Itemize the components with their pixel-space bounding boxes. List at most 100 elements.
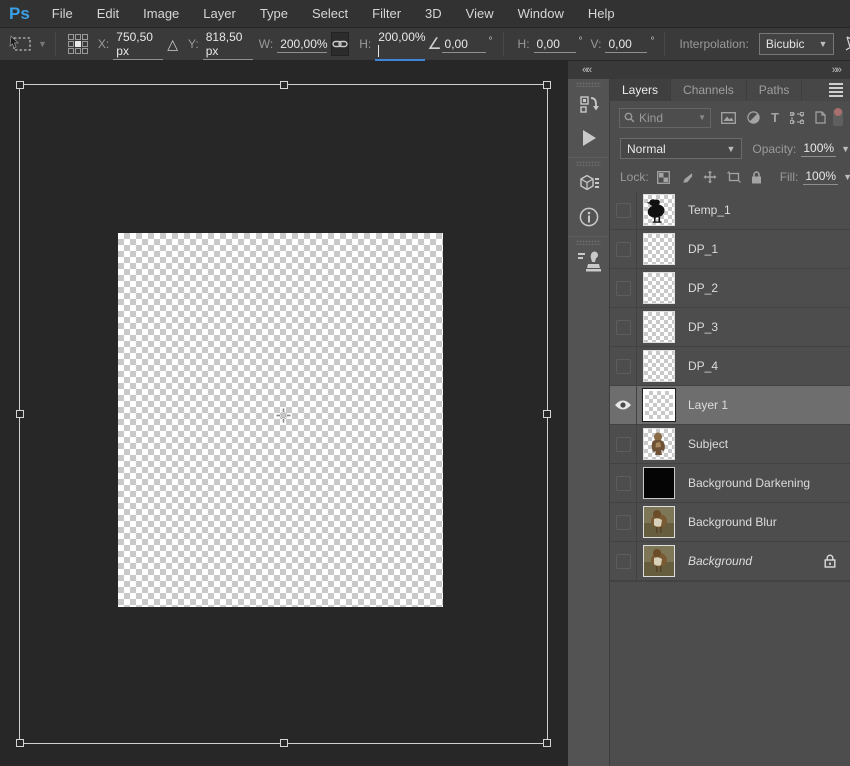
layer-name[interactable]: Temp_1 bbox=[688, 203, 731, 217]
layer-name[interactable]: DP_1 bbox=[688, 242, 718, 256]
ref-pt[interactable] bbox=[75, 34, 81, 40]
strip-grip[interactable] bbox=[576, 161, 601, 166]
visibility-toggle[interactable] bbox=[610, 347, 637, 386]
menu-help[interactable]: Help bbox=[576, 0, 627, 28]
lock-artboard-button[interactable] bbox=[727, 171, 741, 183]
y-position-input[interactable]: 818,50 px bbox=[203, 28, 253, 60]
tool-preset-chevron-icon[interactable]: ▼ bbox=[38, 39, 47, 49]
visibility-toggle[interactable] bbox=[610, 542, 637, 581]
ref-pt[interactable] bbox=[68, 34, 74, 40]
filter-type-layers-button[interactable]: T bbox=[771, 110, 779, 125]
ref-pt[interactable] bbox=[68, 41, 74, 47]
menu-filter[interactable]: Filter bbox=[360, 0, 413, 28]
menu-3d[interactable]: 3D bbox=[413, 0, 454, 28]
opacity-chevron-icon[interactable]: ▼ bbox=[841, 144, 850, 154]
lock-all-button[interactable] bbox=[751, 171, 762, 184]
menu-file[interactable]: File bbox=[40, 0, 85, 28]
menu-image[interactable]: Image bbox=[131, 0, 191, 28]
layer-name[interactable]: Background Darkening bbox=[688, 476, 810, 490]
opacity-value[interactable]: 100% bbox=[801, 141, 836, 157]
layer-name[interactable]: Background bbox=[688, 554, 752, 568]
tab-paths[interactable]: Paths bbox=[747, 79, 803, 101]
layer-row-background[interactable]: Background bbox=[610, 542, 850, 581]
relative-positioning-icon[interactable]: △ bbox=[167, 36, 178, 53]
actions-panel-button[interactable] bbox=[568, 123, 610, 153]
reference-point-locator[interactable] bbox=[68, 34, 88, 54]
menu-edit[interactable]: Edit bbox=[85, 0, 131, 28]
panel-menu-button[interactable] bbox=[822, 79, 850, 101]
layer-thumbnail[interactable] bbox=[643, 311, 675, 343]
transform-handle-top-right[interactable] bbox=[543, 81, 551, 89]
layer-thumbnail[interactable] bbox=[643, 194, 675, 226]
layer-row-layer-1[interactable]: Layer 1 bbox=[610, 386, 850, 425]
ref-pt[interactable] bbox=[82, 34, 88, 40]
layer-row-background-blur[interactable]: Background Blur bbox=[610, 503, 850, 542]
menu-layer[interactable]: Layer bbox=[191, 0, 248, 28]
filter-kind-dropdown[interactable]: Kind ▼ bbox=[619, 108, 711, 128]
menu-window[interactable]: Window bbox=[506, 0, 576, 28]
collapse-strip-button[interactable]: «« bbox=[568, 64, 590, 76]
info-panel-button[interactable] bbox=[568, 202, 610, 232]
menu-type[interactable]: Type bbox=[248, 0, 300, 28]
warp-mode-toggle-button[interactable] bbox=[843, 34, 850, 54]
filter-smart-objects-button[interactable] bbox=[815, 111, 826, 124]
3d-panel-button[interactable] bbox=[568, 168, 610, 198]
filter-shape-layers-button[interactable] bbox=[790, 112, 804, 124]
visibility-toggle[interactable] bbox=[610, 269, 637, 308]
visibility-toggle[interactable] bbox=[610, 386, 637, 425]
layer-thumbnail[interactable] bbox=[643, 350, 675, 382]
rotation-input[interactable]: 0,00 bbox=[442, 35, 486, 53]
layer-thumbnail[interactable] bbox=[643, 506, 675, 538]
blend-mode-dropdown[interactable]: Normal ▼ bbox=[620, 138, 742, 159]
layer-row-background-darkening[interactable]: Background Darkening bbox=[610, 464, 850, 503]
h-skew-input[interactable]: 0,00 bbox=[534, 35, 576, 53]
x-position-input[interactable]: 750,50 px bbox=[113, 28, 163, 60]
strip-grip[interactable] bbox=[576, 82, 601, 87]
transform-handle-bottom-left[interactable] bbox=[16, 739, 24, 747]
layer-row-dp-4[interactable]: DP_4 bbox=[610, 347, 850, 386]
clone-source-panel-button[interactable] bbox=[568, 247, 610, 277]
tab-channels[interactable]: Channels bbox=[671, 79, 747, 101]
visibility-toggle[interactable] bbox=[610, 308, 637, 347]
interpolation-dropdown[interactable]: Bicubic ▼ bbox=[759, 33, 835, 55]
visibility-toggle[interactable] bbox=[610, 230, 637, 269]
transform-handle-middle-left[interactable] bbox=[16, 410, 24, 418]
layer-name[interactable]: DP_2 bbox=[688, 281, 718, 295]
filter-pixel-layers-button[interactable] bbox=[721, 112, 736, 124]
tab-layers[interactable]: Layers bbox=[610, 79, 671, 101]
filter-adjustment-layers-button[interactable] bbox=[747, 111, 760, 124]
height-input[interactable]: 200,00% bbox=[375, 28, 425, 61]
visibility-toggle[interactable] bbox=[610, 425, 637, 464]
ref-pt[interactable] bbox=[75, 48, 81, 54]
menu-select[interactable]: Select bbox=[300, 0, 360, 28]
transform-handle-top-middle[interactable] bbox=[280, 81, 288, 89]
layer-thumbnail[interactable] bbox=[643, 233, 675, 265]
layer-name[interactable]: Background Blur bbox=[688, 515, 777, 529]
v-skew-input[interactable]: 0,00 bbox=[605, 35, 647, 53]
layer-name[interactable]: Subject bbox=[688, 437, 728, 451]
ref-pt[interactable] bbox=[68, 48, 74, 54]
ref-pt-center[interactable] bbox=[75, 41, 81, 47]
ref-pt[interactable] bbox=[82, 41, 88, 47]
layer-thumbnail[interactable] bbox=[643, 467, 675, 499]
transform-reference-point[interactable] bbox=[276, 408, 291, 423]
layer-row-subject[interactable]: Subject bbox=[610, 425, 850, 464]
layer-row-dp-1[interactable]: DP_1 bbox=[610, 230, 850, 269]
strip-grip[interactable] bbox=[576, 240, 601, 245]
transform-handle-bottom-middle[interactable] bbox=[280, 739, 288, 747]
layer-row-dp-3[interactable]: DP_3 bbox=[610, 308, 850, 347]
fill-value[interactable]: 100% bbox=[803, 169, 838, 185]
layer-thumbnail-active[interactable] bbox=[643, 389, 675, 421]
layer-name[interactable]: DP_3 bbox=[688, 320, 718, 334]
lock-position-button[interactable] bbox=[703, 170, 717, 184]
ref-pt[interactable] bbox=[82, 48, 88, 54]
visibility-toggle[interactable] bbox=[610, 464, 637, 503]
width-input[interactable]: 200,00% bbox=[277, 35, 327, 53]
layer-name[interactable]: Layer 1 bbox=[688, 398, 728, 412]
fill-chevron-icon[interactable]: ▼ bbox=[843, 172, 850, 182]
lock-transparency-button[interactable] bbox=[657, 171, 670, 184]
layer-thumbnail[interactable] bbox=[643, 272, 675, 304]
transform-handle-middle-right[interactable] bbox=[543, 410, 551, 418]
collapse-panels-button[interactable]: »» bbox=[832, 64, 850, 76]
layer-name[interactable]: DP_4 bbox=[688, 359, 718, 373]
